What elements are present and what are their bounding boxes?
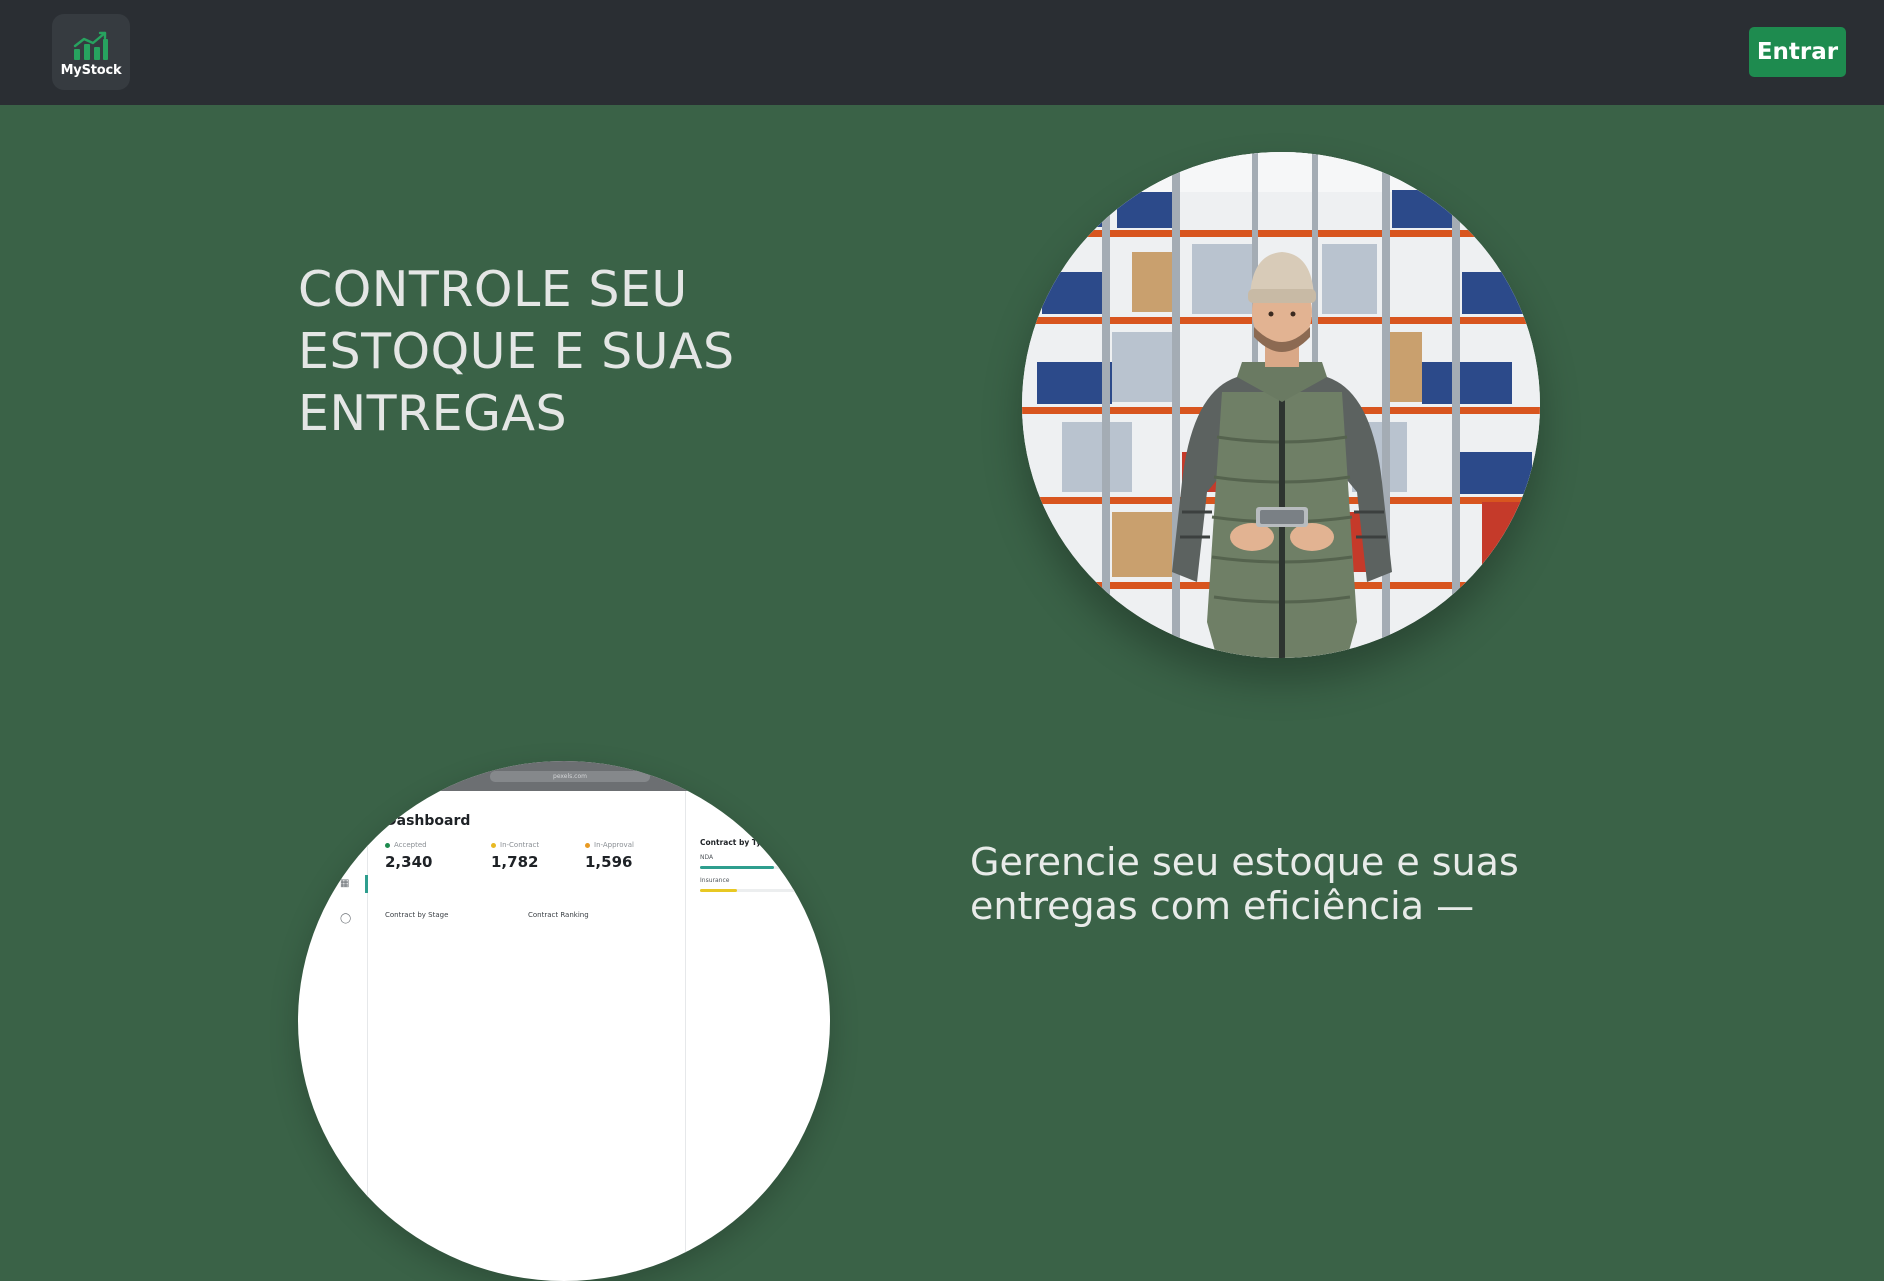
- stat-label: In-Approval: [594, 841, 634, 849]
- url-bar: pexels.com: [490, 771, 650, 782]
- contract-type-title: Contract by Type: [700, 838, 772, 847]
- stat-in-approval: In-Approval 1,596: [585, 841, 634, 871]
- browser-bar: pexels.com: [298, 761, 830, 791]
- progress-fill: [700, 866, 774, 869]
- hero-section: CONTROLE SEU ESTOQUE E SUAS ENTREGAS pex…: [0, 105, 1884, 1281]
- warehouse-worker-image: [1022, 152, 1540, 658]
- progress-bar: [700, 866, 805, 869]
- login-button[interactable]: Entrar: [1749, 27, 1846, 77]
- contract-type-pct: 35%: [791, 877, 805, 884]
- dashboard-sidebar: ▦ ◯: [298, 791, 368, 1281]
- contract-type-label: Insurance: [700, 877, 730, 884]
- stat-label: Accepted: [394, 841, 427, 849]
- panel-divider: [685, 791, 686, 1281]
- status-dot-icon: [385, 842, 390, 848]
- stat-value: 1,782: [491, 853, 539, 871]
- dashboard-preview-image: pexels.com ▦ ◯ Dashboard Accepted 2,340 …: [298, 761, 830, 1281]
- brand-logo[interactable]: MyStock: [52, 14, 130, 90]
- section-subtitle: Gerencie seu estoque e suas entregas com…: [970, 840, 1519, 928]
- progress-fill: [700, 889, 737, 892]
- section-heading: Contract by Stage: [385, 911, 449, 919]
- section-heading: Contract Ranking: [528, 911, 589, 919]
- contract-type-row: Insurance 35%: [700, 877, 805, 892]
- hero-title: CONTROLE SEU ESTOQUE E SUAS ENTREGAS: [298, 261, 735, 442]
- brand-name: MyStock: [60, 62, 122, 78]
- stat-accepted: Accepted 2,340: [385, 841, 432, 871]
- user-icon: ◯: [340, 913, 352, 924]
- stat-in-contract: In-Contract 1,782: [491, 841, 539, 871]
- sidebar-active-indicator: [365, 875, 368, 893]
- progress-bar: [700, 889, 805, 892]
- contract-type-label: NDA: [700, 854, 714, 861]
- status-dot-icon: [491, 842, 496, 848]
- contract-type-pct: 70%: [791, 854, 805, 861]
- stat-value: 1,596: [585, 853, 633, 871]
- stat-value: 2,340: [385, 853, 433, 871]
- dashboard-title: Dashboard: [385, 813, 471, 829]
- top-navbar: MyStock Entrar: [0, 0, 1884, 105]
- status-dot-icon: [585, 842, 590, 848]
- contract-type-row: NDA 70%: [700, 854, 805, 869]
- grid-icon: ▦: [340, 878, 350, 889]
- stat-label: In-Contract: [500, 841, 540, 849]
- chart-growth-icon: [73, 31, 108, 60]
